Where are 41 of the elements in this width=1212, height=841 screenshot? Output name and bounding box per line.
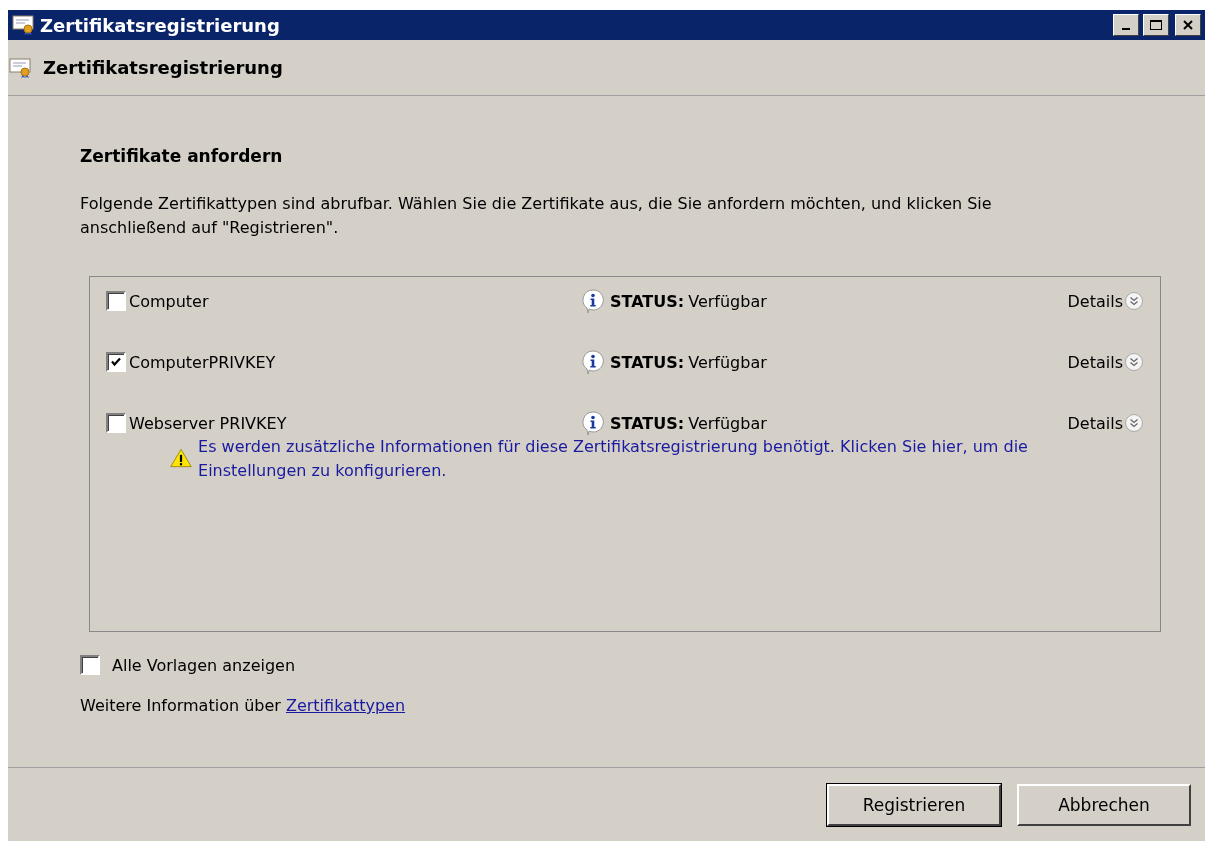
status-label: STATUS: — [610, 352, 685, 372]
details-link[interactable]: Details — [1067, 352, 1123, 372]
maximize-icon — [1149, 19, 1163, 31]
close-button[interactable] — [1175, 14, 1201, 36]
checkbox[interactable] — [106, 413, 126, 433]
details-link[interactable]: Details — [1067, 413, 1123, 433]
certificate-icon — [9, 56, 33, 79]
description-text: Folgende Zertifikattypen sind abrufbar. Wählen Sie die Zertifikate aus, die Sie anfordern möchten, und klicken Sie anschließend auf "Registrieren". — [80, 193, 993, 239]
details-link[interactable]: Details — [1067, 291, 1123, 311]
expand-icon[interactable] — [1124, 352, 1144, 372]
status-label: STATUS: — [610, 291, 685, 311]
info-icon — [580, 288, 606, 314]
certificate-icon — [12, 14, 36, 36]
window-title: Zertifikatsregistrierung — [40, 14, 281, 36]
certificate-name: Computer — [129, 291, 209, 311]
checkbox[interactable] — [106, 291, 126, 311]
checkbox[interactable] — [80, 655, 100, 675]
close-icon — [1182, 19, 1194, 31]
certificate-types-link[interactable]: Zertifikattypen — [285, 696, 406, 715]
info-icon — [580, 349, 606, 375]
dialog-button[interactable]: Abbrechen — [1017, 784, 1191, 826]
info-text: Weitere Information über Zertifikattypen — [80, 696, 407, 715]
minimize-button[interactable] — [1113, 14, 1139, 36]
maximize-button[interactable] — [1143, 14, 1169, 36]
page-title: Zertifikatsregistrierung — [43, 57, 283, 78]
show-all-label: Alle Vorlagen anzeigen — [112, 655, 296, 675]
checkmark-icon — [109, 355, 123, 369]
expand-icon[interactable] — [1124, 413, 1144, 433]
status-value: Verfügbar — [688, 352, 767, 372]
section-heading: Zertifikate anfordern — [80, 146, 284, 166]
expand-icon[interactable] — [1124, 291, 1144, 311]
warning-link[interactable]: Es werden zusätzliche Informationen für diese Zertifikatsregistrierung benötigt. Klicken Sie hier, um die Einstellungen zu konfigurieren. — [198, 435, 1050, 483]
default-button[interactable]: Registrieren — [827, 784, 1001, 826]
minimize-icon — [1122, 28, 1130, 30]
checkbox[interactable] — [106, 352, 126, 372]
certificate-name: ComputerPRIVKEY — [129, 352, 276, 372]
certificate-name: Webserver PRIVKEY — [129, 413, 287, 433]
status-label: STATUS: — [610, 413, 685, 433]
info-icon — [580, 410, 606, 436]
status-value: Verfügbar — [688, 291, 767, 311]
status-value: Verfügbar — [688, 413, 767, 433]
